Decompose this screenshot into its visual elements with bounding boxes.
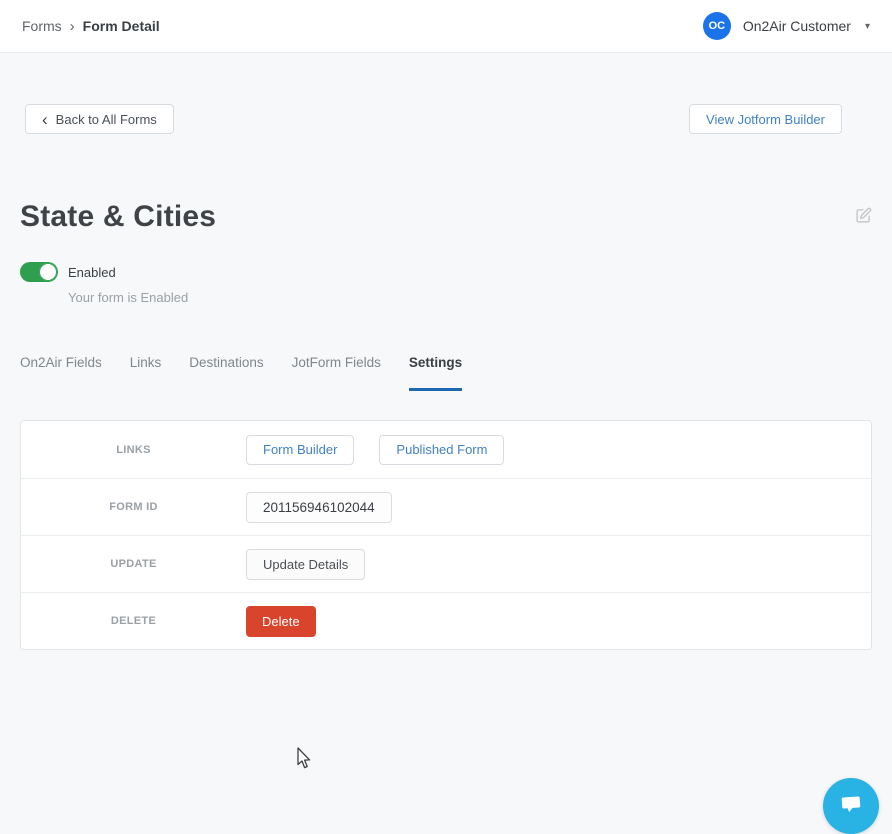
links-row: LINKS Form Builder Published Form <box>21 421 871 478</box>
delete-button[interactable]: Delete <box>246 606 316 637</box>
chevron-down-icon[interactable]: ▾ <box>865 21 870 32</box>
page-title: State & Cities <box>20 200 216 234</box>
links-row-label: LINKS <box>21 444 246 456</box>
update-details-button[interactable]: Update Details <box>246 549 365 580</box>
top-bar: Forms › Form Detail OC On2Air Customer ▾ <box>0 0 892 53</box>
status-label: Enabled <box>68 265 188 280</box>
form-id-value: 201156946102044 <box>246 492 392 523</box>
published-form-button[interactable]: Published Form <box>379 435 504 465</box>
form-id-row: FORM ID 201156946102044 <box>21 478 871 535</box>
toolbar-row: ‹ Back to All Forms View Jotform Builder <box>0 104 892 134</box>
breadcrumb: Forms › Form Detail <box>22 18 160 35</box>
tab-on2air-fields[interactable]: On2Air Fields <box>20 355 102 391</box>
breadcrumb-current: Form Detail <box>83 18 160 34</box>
form-builder-button[interactable]: Form Builder <box>246 435 354 465</box>
delete-row-label: DELETE <box>21 615 246 627</box>
chat-bubble-icon <box>838 792 864 821</box>
status-texts: Enabled Your form is Enabled <box>68 262 188 305</box>
breadcrumb-forms-link[interactable]: Forms <box>22 18 62 34</box>
tab-destinations[interactable]: Destinations <box>189 355 263 391</box>
edit-title-icon[interactable] <box>855 207 872 229</box>
enabled-toggle[interactable] <box>20 262 58 282</box>
back-button-label: Back to All Forms <box>56 112 157 127</box>
status-row: Enabled Your form is Enabled <box>0 262 892 305</box>
toggle-knob <box>39 263 57 281</box>
update-row-label: UPDATE <box>21 558 246 570</box>
chat-widget-button[interactable] <box>823 778 879 834</box>
delete-row: DELETE Delete <box>21 592 871 649</box>
settings-panel: LINKS Form Builder Published Form FORM I… <box>20 420 872 650</box>
avatar[interactable]: OC <box>703 12 731 40</box>
mouse-cursor-icon <box>296 747 313 777</box>
form-id-row-label: FORM ID <box>21 501 246 513</box>
back-to-all-forms-button[interactable]: ‹ Back to All Forms <box>25 104 174 134</box>
update-row: UPDATE Update Details <box>21 535 871 592</box>
tab-settings[interactable]: Settings <box>409 355 462 391</box>
user-menu[interactable]: OC On2Air Customer ▾ <box>703 12 870 40</box>
breadcrumb-separator-icon: › <box>70 18 75 35</box>
chevron-left-icon: ‹ <box>42 111 48 128</box>
title-row: State & Cities <box>0 200 892 234</box>
view-jotform-builder-button[interactable]: View Jotform Builder <box>689 104 842 134</box>
status-help-text: Your form is Enabled <box>68 290 188 305</box>
tab-links[interactable]: Links <box>130 355 162 391</box>
tab-bar: On2Air Fields Links Destinations JotForm… <box>0 355 892 391</box>
tab-jotform-fields[interactable]: JotForm Fields <box>292 355 381 391</box>
user-name: On2Air Customer <box>743 18 851 34</box>
